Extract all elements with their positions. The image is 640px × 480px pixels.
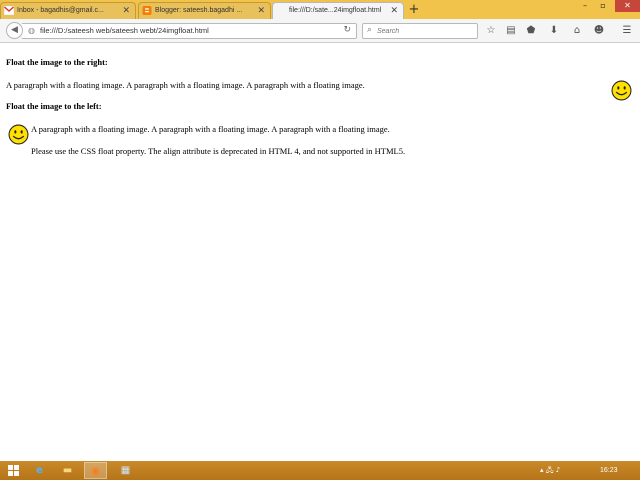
- paragraph-float-left: A paragraph with a floating image. A par…: [31, 124, 390, 134]
- tab-label: file:///D:/sate...24imgfloat.html: [289, 7, 382, 14]
- tab-blogger[interactable]: Blogger: sateesh.bagadhi ... ✕: [138, 2, 271, 19]
- gmail-icon: [4, 6, 14, 15]
- search-input[interactable]: [377, 24, 475, 38]
- notepad-icon[interactable]: ▦: [114, 462, 137, 479]
- maximize-icon[interactable]: ▫: [594, 0, 612, 12]
- smiley-icon: [8, 124, 29, 145]
- downloads-icon[interactable]: ⬇: [547, 23, 561, 39]
- search-icon: ⌕: [367, 25, 373, 35]
- smiley-icon: [611, 80, 632, 101]
- new-tab-button[interactable]: +: [407, 3, 421, 17]
- tab-gmail-inbox[interactable]: Inbox - bagadhis@gmail.c... ✕: [0, 2, 136, 19]
- taskbar: e ▬ ◉ ▦ ▴ 🖧 ♪ 16:23: [0, 461, 640, 480]
- tab-close-icon[interactable]: ✕: [390, 3, 398, 18]
- paragraph-float-right: A paragraph with a floating image. A par…: [6, 80, 365, 90]
- reading-list-icon[interactable]: ▤: [504, 23, 518, 39]
- page-content: Float the image to the right: A paragrap…: [0, 44, 640, 461]
- heading-float-right: Float the image to the right:: [6, 57, 108, 67]
- tab-24imgfloat[interactable]: file:///D:/sate...24imgfloat.html ✕: [272, 2, 404, 19]
- site-identity-icon[interactable]: ◍: [28, 26, 35, 35]
- url-text[interactable]: file:///D:/sateesh web/sateesh webt/24im…: [40, 26, 209, 35]
- tab-label: Blogger: sateesh.bagadhi ...: [155, 7, 243, 14]
- minimize-icon[interactable]: –: [576, 0, 594, 12]
- search-bar[interactable]: ⌕: [362, 23, 478, 39]
- file-explorer-icon[interactable]: ▬: [56, 462, 79, 479]
- heading-float-left: Float the image to the left:: [6, 101, 102, 111]
- home-icon[interactable]: ⌂: [570, 23, 584, 39]
- back-button[interactable]: ◀: [6, 22, 23, 39]
- internet-explorer-icon[interactable]: e: [28, 462, 51, 479]
- reload-icon[interactable]: ↻: [343, 25, 351, 35]
- system-tray[interactable]: ▴ 🖧 ♪: [540, 461, 560, 480]
- pocket-icon[interactable]: ⬟: [524, 23, 538, 39]
- browser-titlebar: Inbox - bagadhis@gmail.c... ✕ Blogger: s…: [0, 0, 640, 19]
- firefox-icon[interactable]: ◉: [84, 462, 107, 479]
- tab-close-icon[interactable]: ✕: [122, 3, 130, 18]
- menu-icon[interactable]: ☰: [620, 23, 634, 39]
- deprecation-note: Please use the CSS float property. The a…: [31, 146, 406, 156]
- chat-icon[interactable]: ☻: [592, 23, 606, 39]
- navigation-toolbar: ◍ file:///D:/sateesh web/sateesh webt/24…: [0, 19, 640, 43]
- tab-close-icon[interactable]: ✕: [257, 3, 265, 18]
- blogger-icon: [142, 6, 152, 15]
- bookmark-star-icon[interactable]: ☆: [484, 23, 498, 39]
- close-icon[interactable]: ✕: [615, 0, 640, 12]
- windows-start-icon[interactable]: [8, 465, 19, 476]
- tab-label: Inbox - bagadhis@gmail.c...: [17, 7, 104, 14]
- clock[interactable]: 16:23: [600, 461, 618, 480]
- url-bar[interactable]: ◍ file:///D:/sateesh web/sateesh webt/24…: [22, 23, 357, 39]
